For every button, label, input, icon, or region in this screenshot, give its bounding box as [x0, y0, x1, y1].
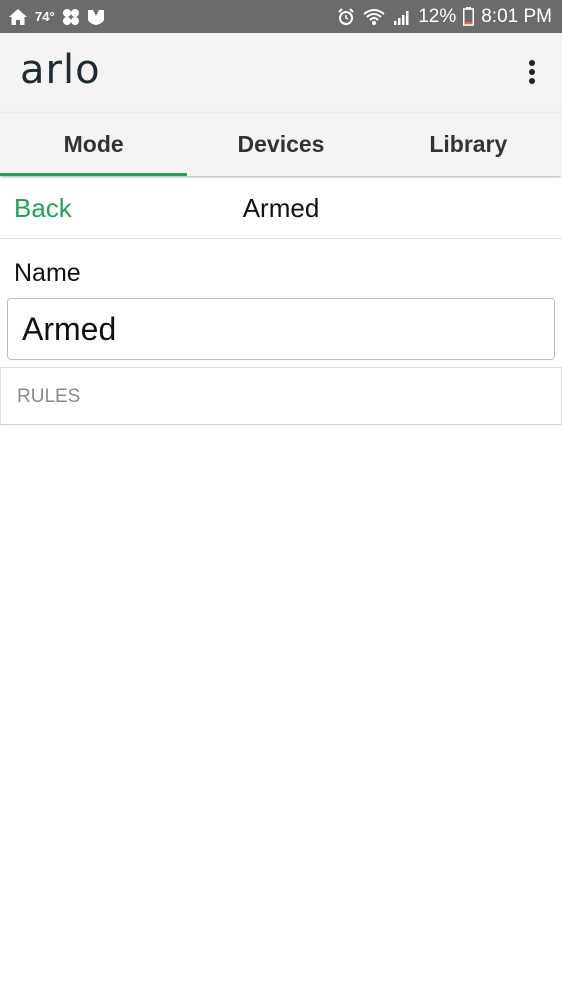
- rules-section[interactable]: RULES: [0, 367, 562, 425]
- tab-devices[interactable]: Devices: [187, 113, 374, 176]
- rules-label: RULES: [17, 386, 81, 407]
- battery-percent-text: 12%: [418, 5, 457, 27]
- shield-icon: [87, 8, 105, 26]
- sub-header: Armed Back: [0, 178, 562, 239]
- home-icon: [8, 8, 28, 26]
- status-right: 12% 8:01 PM: [337, 6, 552, 28]
- name-input[interactable]: [7, 298, 555, 360]
- name-label: Name: [14, 259, 81, 287]
- app-bar: arlo: [0, 33, 562, 113]
- clock-text: 8:01 PM: [481, 5, 552, 27]
- more-vert-icon[interactable]: [520, 57, 544, 87]
- status-bar: 74° 12% 8:01 PM: [0, 0, 562, 33]
- arlo-logo: arlo: [20, 47, 101, 93]
- signal-icon: [393, 8, 411, 26]
- tab-library[interactable]: Library: [375, 113, 562, 176]
- tab-mode[interactable]: Mode: [0, 113, 188, 176]
- alarm-icon: [337, 7, 355, 26]
- status-left: 74°: [8, 8, 105, 26]
- back-button[interactable]: Back: [14, 193, 72, 224]
- page-title: Armed: [242, 193, 320, 223]
- tab-bar: Mode Devices Library: [0, 113, 562, 176]
- battery-icon: [463, 7, 475, 26]
- flower-icon: [62, 8, 80, 26]
- wifi-icon: [362, 8, 386, 26]
- temperature-text: 74°: [35, 9, 55, 24]
